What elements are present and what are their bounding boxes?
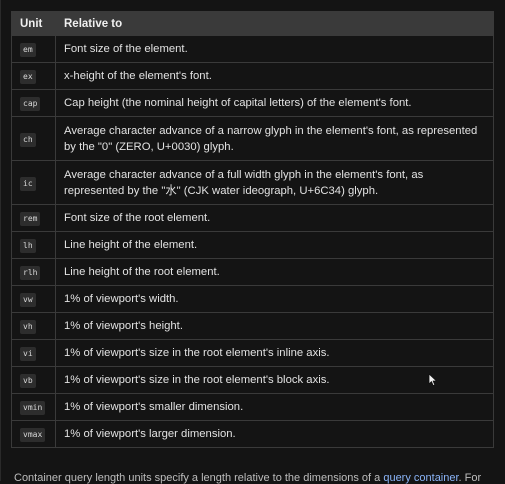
description-cell: Font size of the element. xyxy=(55,35,494,63)
unit-cell: vb xyxy=(11,366,56,394)
unit-cell: vh xyxy=(11,312,56,340)
unit-code: em xyxy=(20,43,36,57)
description-cell: Font size of the root element. xyxy=(55,204,494,232)
unit-code: vh xyxy=(20,320,36,334)
description-cell: 1% of viewport's width. xyxy=(55,285,494,313)
unit-cell: cap xyxy=(11,89,56,117)
unit-cell: em xyxy=(11,35,56,63)
description-cell: 1% of viewport's smaller dimension. xyxy=(55,393,494,421)
container-query-paragraph: Container query length units specify a l… xyxy=(14,472,494,484)
table-row: em Font size of the element. xyxy=(11,35,494,63)
table-row: vh 1% of viewport's height. xyxy=(11,312,494,340)
unit-cell: ic xyxy=(11,160,56,205)
description-cell: Cap height (the nominal height of capita… xyxy=(55,89,494,117)
unit-code: vw xyxy=(20,293,36,307)
query-container-link[interactable]: query container xyxy=(383,472,458,484)
unit-cell: vmax xyxy=(11,420,56,448)
description-cell: 1% of viewport's height. xyxy=(55,312,494,340)
description-cell: Line height of the element. xyxy=(55,231,494,259)
unit-cell: rlh xyxy=(11,258,56,286)
unit-code: rem xyxy=(20,212,41,226)
table-row: vmax 1% of viewport's larger dimension. xyxy=(11,420,494,448)
unit-cell: ch xyxy=(11,116,56,161)
table-row: ex x-height of the element's font. xyxy=(11,62,494,90)
unit-cell: ex xyxy=(11,62,56,90)
table-row: vi 1% of viewport's size in the root ele… xyxy=(11,339,494,367)
table-row: ic Average character advance of a full w… xyxy=(11,160,494,205)
mouse-pointer-icon xyxy=(428,373,437,386)
unit-code: lh xyxy=(20,239,36,253)
unit-code: ch xyxy=(20,132,36,147)
description-cell: Average character advance of a full widt… xyxy=(55,160,494,205)
unit-cell: vi xyxy=(11,339,56,367)
units-table: Unit Relative to em Font size of the ele… xyxy=(11,11,494,448)
unit-code: cap xyxy=(20,97,41,111)
table-row: vmin 1% of viewport's smaller dimension. xyxy=(11,393,494,421)
unit-code: ic xyxy=(20,176,36,191)
unit-cell: lh xyxy=(11,231,56,259)
unit-code: rlh xyxy=(20,266,41,280)
description-cell: 1% of viewport's size in the root elemen… xyxy=(55,339,494,367)
unit-cell: vmin xyxy=(11,393,56,421)
unit-code: vmax xyxy=(20,428,46,442)
description-cell: Line height of the root element. xyxy=(55,258,494,286)
unit-code: vb xyxy=(20,374,36,388)
description-cell: x-height of the element's font. xyxy=(55,62,494,90)
paragraph-text: Container query length units specify a l… xyxy=(14,472,384,484)
table-row: rlh Line height of the root element. xyxy=(11,258,494,286)
paragraph-text-end: . For xyxy=(458,472,482,484)
table-row: lh Line height of the element. xyxy=(11,231,494,259)
table-row: cap Cap height (the nominal height of ca… xyxy=(11,89,494,117)
unit-code: vi xyxy=(20,347,36,361)
unit-cell: rem xyxy=(11,204,56,232)
table-row: vb 1% of viewport's size in the root ele… xyxy=(11,366,494,394)
table-row: rem Font size of the root element. xyxy=(11,204,494,232)
unit-code: vmin xyxy=(20,401,46,415)
table-row: ch Average character advance of a narrow… xyxy=(11,116,494,161)
header-relative-to: Relative to xyxy=(55,11,494,36)
description-cell: Average character advance of a narrow gl… xyxy=(55,116,494,161)
description-cell: 1% of viewport's larger dimension. xyxy=(55,420,494,448)
table-row: vw 1% of viewport's width. xyxy=(11,285,494,313)
table-header-row: Unit Relative to xyxy=(11,11,494,36)
header-unit: Unit xyxy=(11,11,56,36)
unit-code: ex xyxy=(20,70,36,84)
unit-cell: vw xyxy=(11,285,56,313)
